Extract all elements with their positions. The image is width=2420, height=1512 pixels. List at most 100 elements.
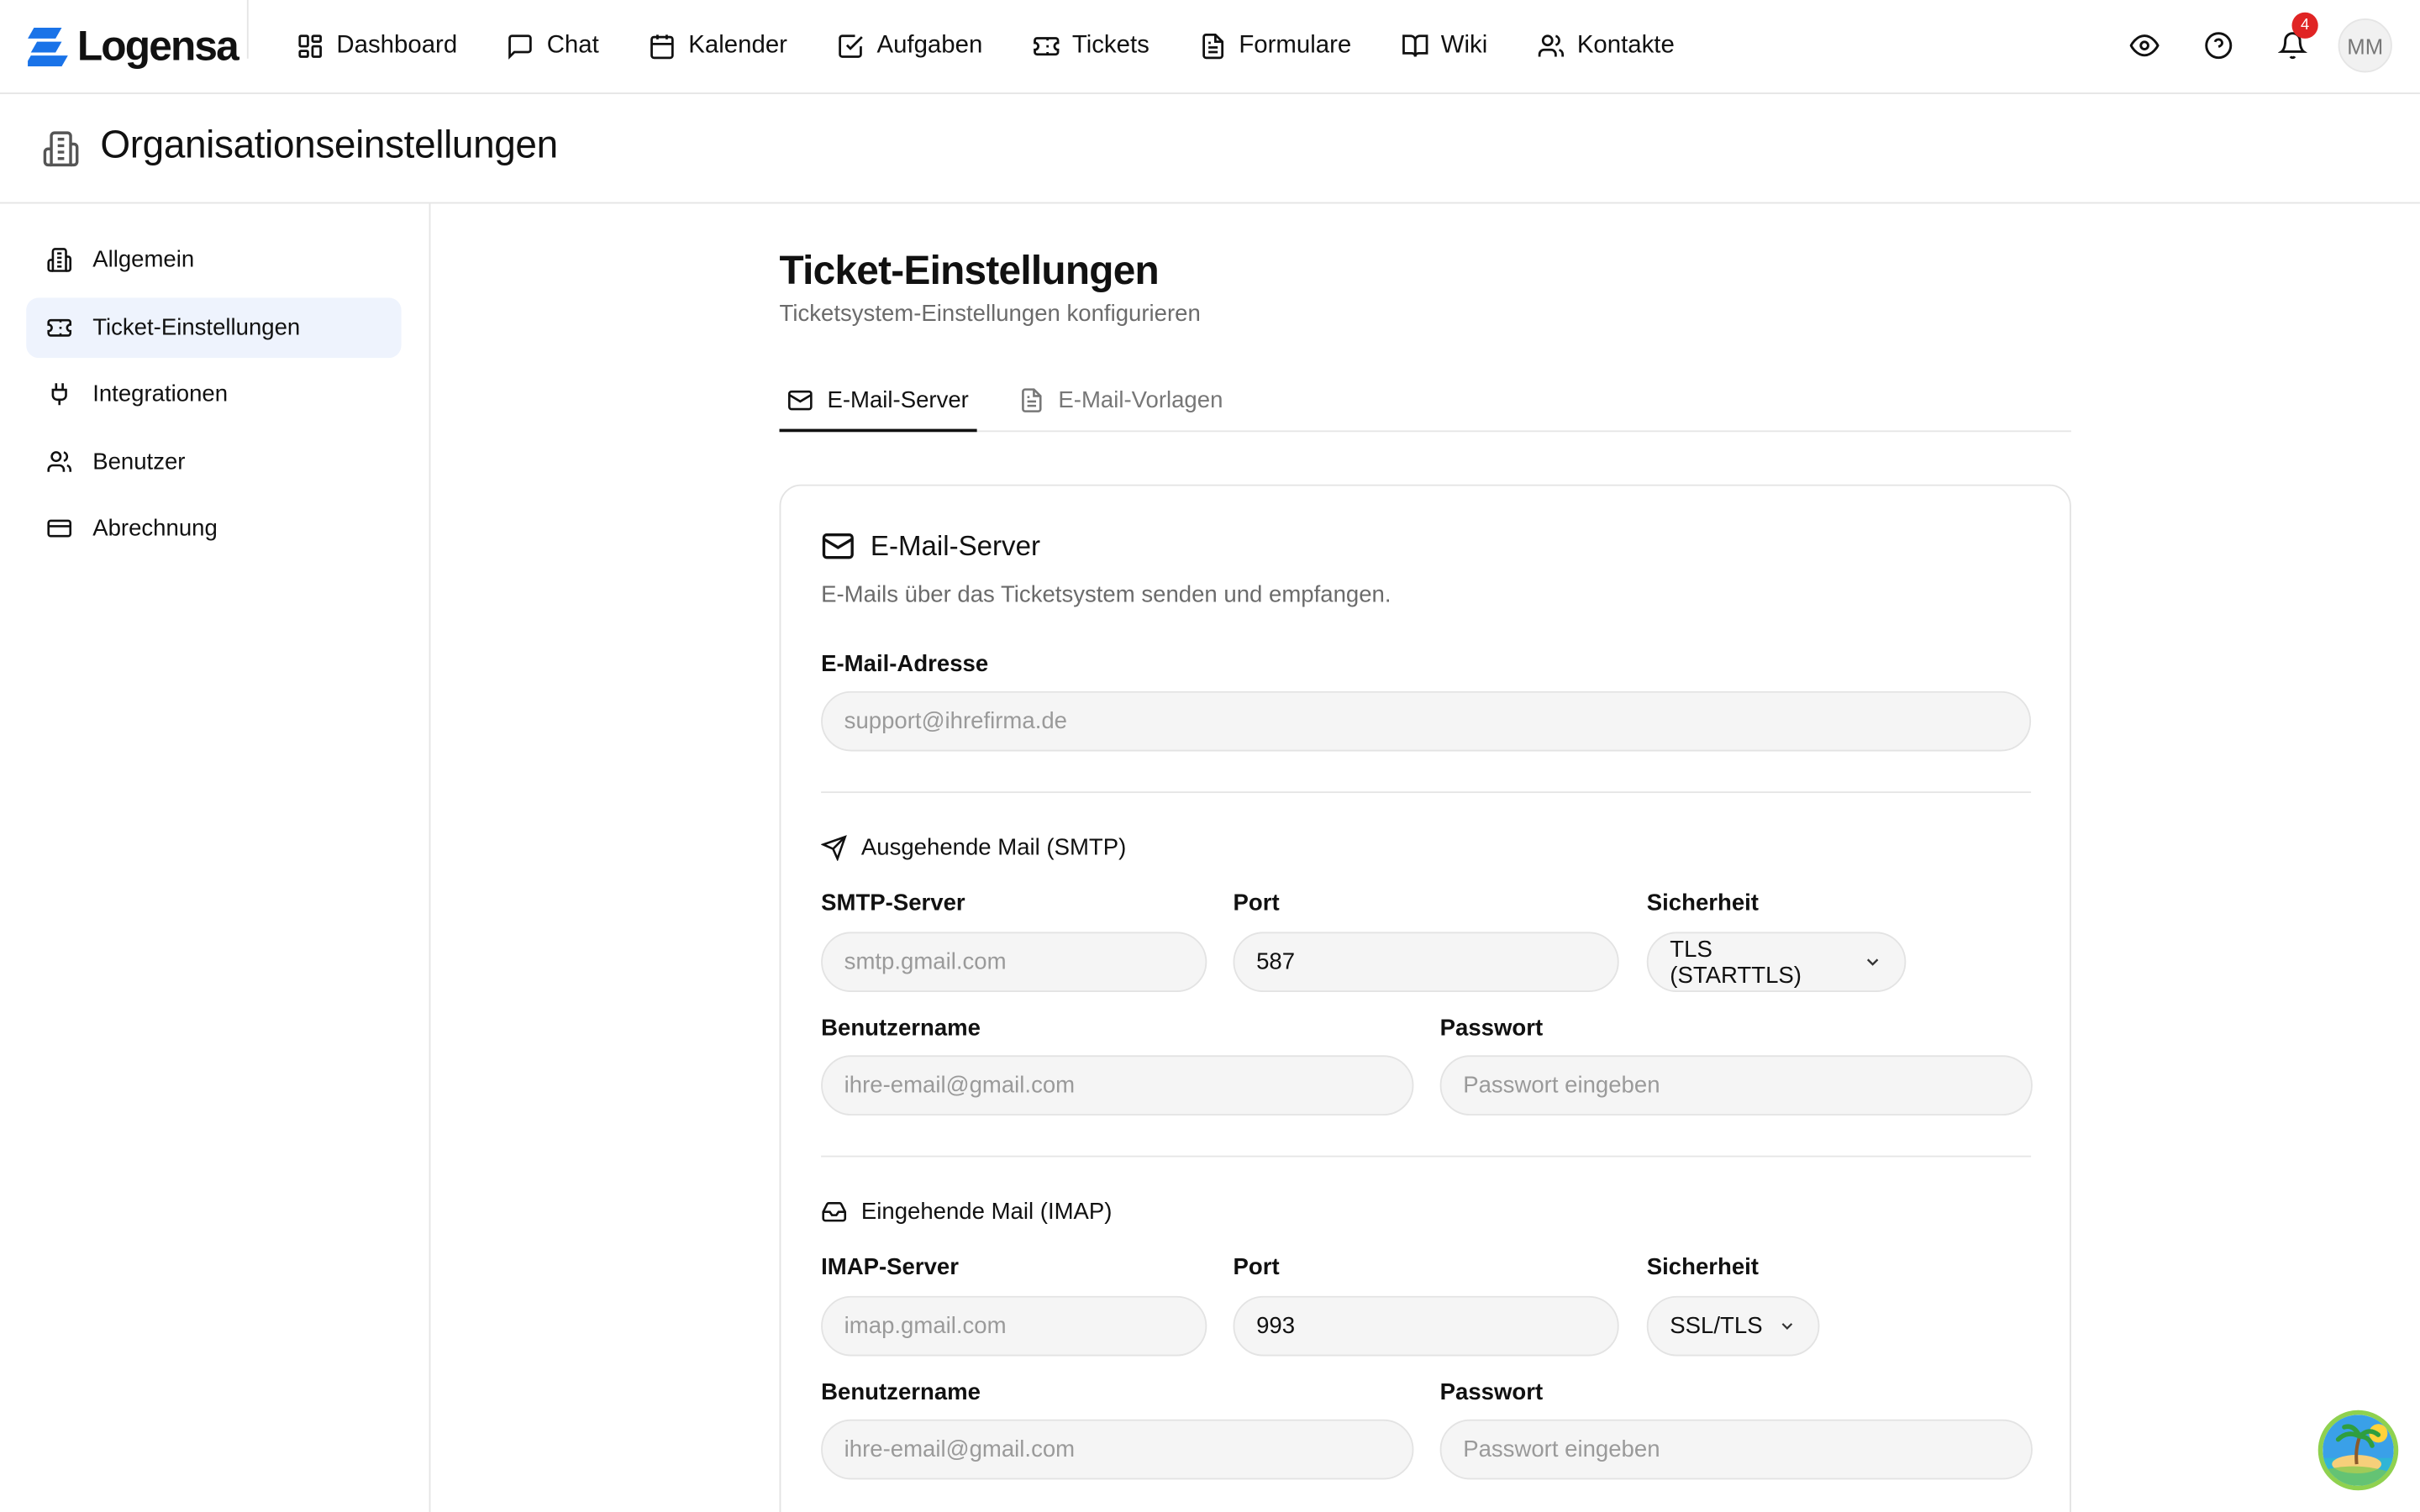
help-circle-icon	[2204, 32, 2232, 60]
assistant-button[interactable]	[2317, 1410, 2399, 1491]
mail-icon	[788, 389, 813, 410]
smtp-heading-label: Ausgehende Mail (SMTP)	[860, 834, 1127, 861]
imap-password-field[interactable]	[1439, 1419, 2033, 1480]
sidebar-item-label: Integrationen	[92, 381, 229, 407]
card-description: E-Mails über das Ticketsystem senden und…	[821, 581, 1392, 608]
divider	[821, 1155, 2032, 1158]
section-title: Ticket-Einstellungen	[779, 246, 1160, 293]
island-icon	[2323, 1415, 2394, 1486]
logo[interactable]: Logensa	[28, 22, 239, 71]
main-menu: Dashboard Chat Kalender Aufgaben Tickets…	[297, 29, 1675, 63]
imap-username-label: Benutzername	[821, 1379, 981, 1406]
card-header: E-Mail-Server	[821, 529, 1040, 563]
tab-email-vorlagen[interactable]: E-Mail-Vorlagen	[1010, 370, 1230, 429]
imap-heading: Eingehende Mail (IMAP)	[821, 1199, 1112, 1225]
smtp-port-field[interactable]	[1233, 932, 1619, 992]
tab-email-server[interactable]: E-Mail-Server	[779, 370, 977, 433]
users-icon	[47, 450, 72, 471]
sidebar-item-benutzer[interactable]: Benutzer	[26, 431, 401, 491]
top-navigation: Logensa Dashboard Chat Kalender Aufgaben	[0, 0, 2420, 95]
nav-item-label: Formulare	[1239, 32, 1352, 59]
help-button[interactable]	[2202, 30, 2233, 61]
ticket-icon	[47, 318, 72, 336]
chat-icon	[508, 34, 533, 60]
smtp-security-select[interactable]: TLS (STARTTLS)	[1646, 932, 1907, 992]
nav-item-dashboard[interactable]: Dashboard	[297, 29, 458, 63]
credit-card-icon	[47, 519, 72, 538]
smtp-password-label: Passwort	[1439, 1015, 1544, 1042]
smtp-password-field[interactable]	[1439, 1055, 2033, 1116]
notification-badge: 4	[2291, 11, 2318, 38]
imap-port-label: Port	[1233, 1254, 1280, 1281]
smtp-port-label: Port	[1233, 890, 1280, 916]
nav-item-label: Dashboard	[336, 32, 458, 59]
file-icon	[1202, 33, 1223, 60]
imap-security-label: Sicherheit	[1646, 1254, 1759, 1281]
chevron-down-icon	[1867, 958, 1879, 966]
plug-icon	[51, 383, 67, 406]
nav-item-tickets[interactable]: Tickets	[1032, 29, 1150, 63]
send-icon	[821, 835, 847, 861]
imap-username-field[interactable]	[821, 1419, 1414, 1480]
imap-security-value: SSL/TLS	[1670, 1313, 1763, 1340]
email-server-card: E-Mail-Server E-Mails über das Ticketsys…	[779, 484, 2071, 1512]
sidebar-item-label: Allgemein	[92, 246, 195, 274]
sidebar-list: Allgemein Ticket-Einstellungen Integrati…	[26, 230, 402, 565]
nav-item-aufgaben[interactable]: Aufgaben	[837, 29, 983, 63]
settings-tabs: E-Mail-Server E-Mail-Vorlagen	[779, 370, 2071, 433]
imap-password-label: Passwort	[1439, 1379, 1544, 1406]
sidebar-item-abrechnung[interactable]: Abrechnung	[26, 498, 401, 559]
building-icon	[47, 248, 72, 272]
logo-icon	[28, 28, 68, 66]
imap-server-field[interactable]	[821, 1295, 1207, 1357]
smtp-server-label: SMTP-Server	[821, 890, 965, 916]
preview-button[interactable]	[2128, 30, 2160, 61]
checkbox-icon	[839, 34, 864, 58]
divider	[821, 791, 2032, 794]
calendar-icon	[650, 34, 674, 60]
card-title: E-Mail-Server	[870, 529, 1040, 561]
smtp-username-label: Benutzername	[821, 1015, 981, 1042]
avatar[interactable]: MM	[2338, 18, 2392, 73]
nav-item-label: Tickets	[1071, 32, 1150, 59]
nav-item-kalender[interactable]: Kalender	[649, 29, 787, 63]
email-field[interactable]	[821, 690, 2032, 752]
imap-port-field[interactable]	[1233, 1295, 1619, 1357]
page-header-icon-wrap	[42, 129, 81, 168]
sidebar-item-ticket-einstellungen[interactable]: Ticket-Einstellungen	[26, 297, 402, 358]
imap-server-label: IMAP-Server	[821, 1254, 959, 1281]
imap-security-select[interactable]: SSL/TLS	[1646, 1295, 1820, 1357]
sidebar-item-integrationen[interactable]: Integrationen	[26, 364, 401, 424]
smtp-server-field[interactable]	[821, 932, 1207, 992]
ticket-icon	[1033, 37, 1059, 56]
section-subtitle: Ticketsystem-Einstellungen konfigurieren	[779, 301, 1201, 328]
nav-item-wiki[interactable]: Wiki	[1401, 29, 1487, 63]
sidebar-item-allgemein[interactable]: Allgemein	[26, 230, 401, 291]
nav-item-label: Kalender	[688, 32, 787, 59]
smtp-security-value: TLS (STARTTLS)	[1670, 935, 1802, 989]
sidebar-item-label: Abrechnung	[92, 515, 218, 542]
sidebar-item-label: Ticket-Einstellungen	[92, 313, 301, 340]
chevron-down-icon	[1781, 1323, 1793, 1330]
tab-label: E-Mail-Vorlagen	[1058, 386, 1223, 413]
nav-item-label: Aufgaben	[876, 32, 983, 59]
sidebar-item-label: Benutzer	[92, 448, 186, 475]
nav-item-kontakte[interactable]: Kontakte	[1537, 29, 1675, 63]
inbox-icon	[822, 1202, 847, 1222]
tab-label: E-Mail-Server	[827, 386, 969, 413]
smtp-security-label: Sicherheit	[1646, 890, 1759, 916]
notifications-button[interactable]: 4	[2276, 11, 2318, 61]
page-title: Organisationseinstellungen	[100, 123, 558, 167]
users-icon	[1538, 34, 1564, 57]
nav-item-chat[interactable]: Chat	[507, 29, 599, 63]
nav-item-label: Wiki	[1440, 32, 1488, 59]
smtp-heading: Ausgehende Mail (SMTP)	[821, 835, 1126, 861]
main-content: Ticket-Einstellungen Ticketsystem-Einste…	[779, 246, 2071, 1512]
imap-heading-label: Eingehende Mail (IMAP)	[860, 1199, 1113, 1226]
eye-icon	[2128, 34, 2159, 57]
nav-item-label: Chat	[546, 32, 599, 59]
file-icon	[1021, 387, 1041, 412]
smtp-username-field[interactable]	[821, 1055, 1414, 1116]
nav-item-formulare[interactable]: Formulare	[1199, 29, 1352, 63]
nav-divider	[246, 0, 249, 59]
